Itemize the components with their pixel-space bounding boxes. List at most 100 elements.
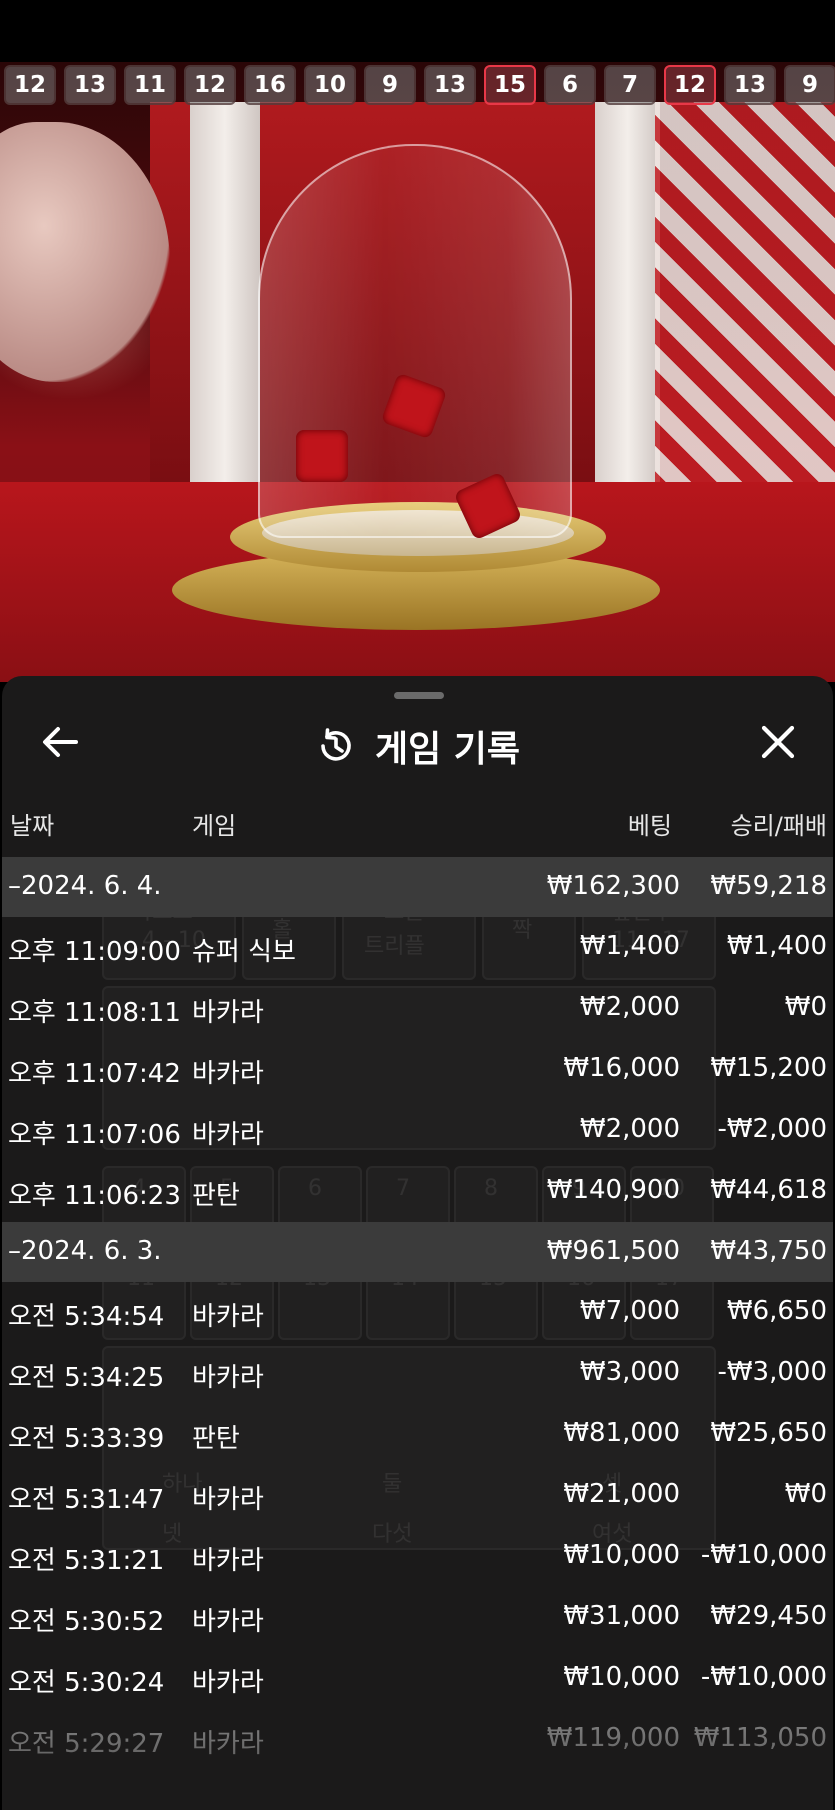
row-game: 바카라 — [192, 1059, 264, 1089]
roadmap-chip-highlighted: 12 — [664, 65, 716, 105]
history-row[interactable]: 오전 5:33:39 판탄 ₩81,000 ₩25,650 — [2, 1404, 833, 1465]
row-result: ₩0 — [784, 1479, 827, 1509]
row-bet: ₩16,000 — [563, 1053, 680, 1083]
history-icon — [321, 728, 351, 761]
row-bet: ₩10,000 — [563, 1662, 680, 1692]
history-row[interactable]: 오전 5:30:52 바카라 ₩31,000 ₩29,450 — [2, 1587, 833, 1648]
row-game: 바카라 — [192, 1546, 264, 1576]
row-result: -₩10,000 — [700, 1540, 827, 1570]
column-header-row: 날짜 게임 베팅 승리/패배 — [2, 796, 833, 846]
close-button[interactable] — [760, 724, 796, 760]
row-time: 오후 11:08:11 — [8, 998, 181, 1028]
row-time: 오전 5:30:24 — [8, 1668, 165, 1698]
history-row[interactable]: 오후 11:06:23 판탄 ₩140,900 ₩44,618 — [2, 1161, 833, 1222]
background-lattice — [655, 102, 835, 522]
date-group-row[interactable]: –2024. 6. 3. ₩961,500 ₩43,750 — [2, 1222, 833, 1282]
history-row[interactable]: 오전 5:34:25 바카라 ₩3,000 -₩3,000 — [2, 1343, 833, 1404]
history-row[interactable]: 오후 11:08:11 바카라 ₩2,000 ₩0 — [2, 978, 833, 1039]
history-row[interactable]: 오전 5:31:21 바카라 ₩10,000 -₩10,000 — [2, 1526, 833, 1587]
row-bet: ₩31,000 — [563, 1601, 680, 1631]
row-result: ₩113,050 — [693, 1723, 827, 1753]
group-date: –2024. 6. 4. — [8, 871, 162, 901]
background-pillar — [595, 102, 660, 482]
row-bet: ₩2,000 — [579, 1114, 680, 1144]
history-row[interactable]: 오전 5:34:54 바카라 ₩7,000 ₩6,650 — [2, 1282, 833, 1343]
row-time: 오전 5:29:27 — [8, 1729, 165, 1759]
row-result: ₩29,450 — [710, 1601, 827, 1631]
row-result: ₩44,618 — [710, 1175, 827, 1205]
history-row[interactable]: 오전 5:31:47 바카라 ₩21,000 ₩0 — [2, 1465, 833, 1526]
row-game: 판탄 — [192, 1181, 240, 1211]
roadmap-chip-highlighted: 15 — [484, 65, 536, 105]
row-bet: ₩10,000 — [563, 1540, 680, 1570]
history-list: –2024. 6. 4. ₩162,300 ₩59,218 오후 11:09:0… — [2, 857, 833, 1770]
history-row[interactable]: 오후 11:07:06 바카라 ₩2,000 -₩2,000 — [2, 1100, 833, 1161]
row-bet: ₩119,000 — [546, 1723, 680, 1753]
row-result: ₩1,400 — [726, 931, 827, 961]
row-bet: ₩1,400 — [579, 931, 680, 961]
panel-title-group: 게임 기록 — [2, 720, 833, 772]
live-video-feed — [0, 62, 835, 682]
row-result: ₩15,200 — [710, 1053, 827, 1083]
status-bar — [0, 0, 835, 62]
row-game: 바카라 — [192, 1302, 264, 1332]
roadmap-chip: 12 — [184, 65, 236, 105]
row-game: 바카라 — [192, 998, 264, 1028]
row-game: 바카라 — [192, 1668, 264, 1698]
column-header-result: 승리/패배 — [730, 812, 827, 840]
row-bet: ₩3,000 — [579, 1357, 680, 1387]
row-result: ₩6,650 — [726, 1296, 827, 1326]
row-result: -₩3,000 — [717, 1357, 827, 1387]
history-row[interactable]: 오후 11:09:00 슈퍼 식보 ₩1,400 ₩1,400 — [2, 917, 833, 978]
row-game: 바카라 — [192, 1485, 264, 1515]
close-icon — [761, 725, 795, 759]
group-result-total: ₩59,218 — [710, 871, 827, 901]
background-pillar — [190, 102, 260, 482]
history-row[interactable]: 오전 5:30:24 바카라 ₩10,000 -₩10,000 — [2, 1648, 833, 1709]
row-bet: ₩7,000 — [579, 1296, 680, 1326]
row-result: ₩0 — [784, 992, 827, 1022]
roadmap-chip: 6 — [544, 65, 596, 105]
row-game: 바카라 — [192, 1729, 264, 1759]
group-result-total: ₩43,750 — [710, 1236, 827, 1266]
panel-title: 게임 기록 — [374, 729, 520, 770]
history-row[interactable]: 오후 11:07:42 바카라 ₩16,000 ₩15,200 — [2, 1039, 833, 1100]
row-time: 오후 11:07:42 — [8, 1059, 181, 1089]
column-header-date: 날짜 — [10, 812, 55, 840]
row-bet: ₩21,000 — [563, 1479, 680, 1509]
row-game: 바카라 — [192, 1120, 264, 1150]
dealer-arm — [0, 122, 170, 382]
row-result: ₩25,650 — [710, 1418, 827, 1448]
roadmap-chip: 16 — [244, 65, 296, 105]
row-bet: ₩140,900 — [546, 1175, 680, 1205]
group-bet-total: ₩162,300 — [546, 871, 680, 901]
row-time: 오전 5:30:52 — [8, 1607, 165, 1637]
group-bet-total: ₩961,500 — [546, 1236, 680, 1266]
column-header-game: 게임 — [192, 812, 237, 840]
roadmap-chip: 7 — [604, 65, 656, 105]
row-result: -₩10,000 — [700, 1662, 827, 1692]
roadmap-chip: 11 — [124, 65, 176, 105]
row-game: 바카라 — [192, 1607, 264, 1637]
group-date: –2024. 6. 3. — [8, 1236, 162, 1266]
game-history-panel: 나오스 4 - 10 홀 모든 트리플 짝 높은수 11 - 17 4 5 6 … — [2, 676, 833, 1810]
roadmap-chip: 13 — [64, 65, 116, 105]
die — [296, 430, 348, 482]
row-time: 오전 5:34:25 — [8, 1363, 165, 1393]
roadmap-chip: 13 — [424, 65, 476, 105]
row-game: 바카라 — [192, 1363, 264, 1393]
date-group-row[interactable]: –2024. 6. 4. ₩162,300 ₩59,218 — [2, 857, 833, 917]
row-result: -₩2,000 — [717, 1114, 827, 1144]
row-time: 오전 5:33:39 — [8, 1424, 165, 1454]
panel-header: 게임 기록 — [2, 706, 833, 776]
roadmap-chip: 9 — [784, 65, 835, 105]
drag-handle[interactable] — [394, 692, 444, 699]
history-row[interactable]: 오전 5:29:27 바카라 ₩119,000 ₩113,050 — [2, 1709, 833, 1770]
row-game: 슈퍼 식보 — [192, 937, 296, 967]
row-time: 오후 11:06:23 — [8, 1181, 181, 1211]
roadmap-chip: 10 — [304, 65, 356, 105]
row-bet: ₩2,000 — [579, 992, 680, 1022]
row-time: 오후 11:07:06 — [8, 1120, 181, 1150]
column-header-bet: 베팅 — [627, 812, 672, 840]
row-time: 오전 5:31:47 — [8, 1485, 165, 1515]
